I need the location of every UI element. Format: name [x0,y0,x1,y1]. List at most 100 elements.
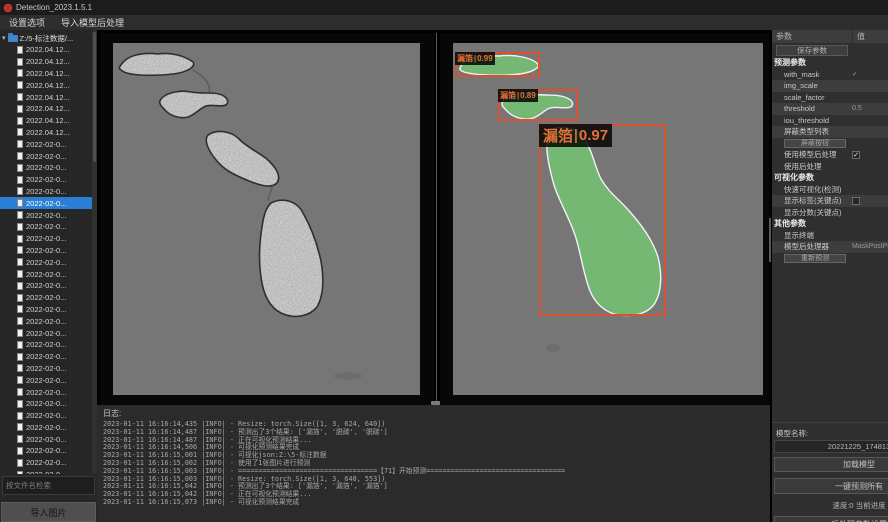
param-label: 使用后处理 [772,161,852,172]
file-item[interactable]: 2022-02-0... [0,327,92,339]
file-item[interactable]: 2022-02-0... [0,339,92,351]
original-image[interactable] [113,43,420,395]
tree-root-folder[interactable]: ▾ Z:/5-标注数据/... [0,32,92,44]
file-item-label: 2022.04.12... [26,104,70,113]
file-item[interactable]: 2022-02-0... [0,268,92,280]
import-images-button[interactable]: 导入图片 [1,502,96,522]
param-row[interactable]: 显示终端 [772,230,888,242]
file-item[interactable]: 2022-02-0... [0,386,92,398]
file-item[interactable]: 2022-02-0... [0,174,92,186]
param-label: img_scale [772,81,852,90]
param-row[interactable]: iou_threshold [772,115,888,127]
postprocess-settings-button[interactable]: 后处理参数设置 [774,516,888,522]
file-item-label: 2022-02-0... [26,329,66,338]
file-item-label: 2022-02-0... [26,281,66,290]
param-row[interactable]: scale_factor [772,92,888,104]
detection-box[interactable]: 漏箔|0.89 [498,89,578,121]
file-item-label: 2022-02-0... [26,364,66,373]
param-section-row: 预测参数 [772,57,888,69]
file-item[interactable]: 2022-02-0... [0,422,92,434]
param-value: ✓ [852,70,888,78]
file-item[interactable]: 2022-02-0... [0,374,92,386]
file-item[interactable]: 2022.04.12... [0,68,92,80]
param-row[interactable]: 重新预测 [772,253,888,265]
file-item[interactable]: 2022-02-0... [0,197,92,209]
caret-down-icon[interactable]: ▾ [2,35,6,42]
param-row[interactable]: 屏蔽按钮 [772,138,888,150]
file-item[interactable]: 2022.04.12... [0,127,92,139]
file-item[interactable]: 2022.04.12... [0,91,92,103]
menu-item-settings[interactable]: 设置选项 [9,16,45,29]
file-item[interactable]: 2022-02-0... [0,245,92,257]
file-item[interactable]: 2022-02-0... [0,410,92,422]
load-model-button[interactable]: 加载模型 [774,457,888,472]
detection-box[interactable]: 漏箔|0.97 [539,124,666,316]
file-item[interactable]: 2022-02-0... [0,292,92,304]
file-item[interactable]: 2022.04.12... [0,44,92,56]
param-row[interactable]: with_mask✓ [772,69,888,81]
model-name-value[interactable]: 20221225_174813 [774,440,888,453]
param-row[interactable]: 使用模型后处理✓ [772,149,888,161]
file-item[interactable]: 2022-02-0... [0,186,92,198]
log-line: 2023-01-11 16:16:15,073 |INFO| - 可视化预测结果… [103,499,764,507]
file-icon [17,164,23,172]
param-row[interactable]: 模型后处理器MaskPostPro [772,241,888,253]
file-icon [17,235,23,243]
file-item[interactable]: 2022-02-0... [0,138,92,150]
file-item[interactable]: 2022.04.12... [0,56,92,68]
search-input[interactable] [2,476,95,495]
file-item[interactable]: 2022.04.12... [0,79,92,91]
param-inline-button[interactable]: 屏蔽按钮 [784,139,846,149]
params-bottom-separator [772,422,888,423]
menu-item-import-postprocess[interactable]: 导入模型后处理 [61,16,124,29]
file-item[interactable]: 2022-02-0... [0,150,92,162]
panel-divider[interactable] [436,33,437,404]
param-inline-button[interactable]: 重新预测 [784,254,846,264]
param-label: 可视化参数 [772,172,852,183]
file-item[interactable]: 2022-02-0... [0,280,92,292]
save-params-button[interactable]: 保存参数 [776,45,848,56]
file-item[interactable]: 2022-02-0 [0,469,92,474]
file-item[interactable]: 2022-02-0... [0,221,92,233]
file-item[interactable]: 2022-02-0... [0,256,92,268]
file-item[interactable]: 2022-02-0... [0,433,92,445]
file-item-label: 2022-02-0... [26,234,66,243]
param-label: 使用模型后处理 [772,149,852,160]
file-item[interactable]: 2022-02-0... [0,445,92,457]
param-row[interactable]: 快速可视化(检测) [772,184,888,196]
file-item[interactable]: 2022-02-0... [0,209,92,221]
file-icon [17,270,23,278]
file-item[interactable]: 2022-02-0... [0,398,92,410]
file-item[interactable]: 2022.04.12... [0,115,92,127]
file-item[interactable]: 2022-02-0... [0,351,92,363]
param-row[interactable]: 显示标签(关键点) [772,195,888,207]
param-row[interactable]: img_scale [772,80,888,92]
file-item[interactable]: 2022-02-0... [0,363,92,375]
file-item[interactable]: 2022.04.12... [0,103,92,115]
param-row[interactable]: 显示分数(关键点) [772,207,888,219]
predict-all-button[interactable]: 一键预测所有 [774,478,888,494]
param-row[interactable]: threshold0.5 [772,103,888,115]
param-label: 显示终端 [772,230,852,241]
sidebar-scrollbar-thumb[interactable] [93,32,96,162]
file-item-label: 2022-02-0... [26,435,66,444]
log-panel[interactable]: 日志: 2023-01-11 16:16:14,435 |INFO| - Res… [97,405,770,522]
param-row[interactable]: 使用后处理 [772,161,888,173]
file-item-label: 2022-02-0... [26,423,66,432]
params-scrollbar-thumb[interactable] [769,218,771,262]
file-item[interactable]: 2022-02-0... [0,315,92,327]
file-item[interactable]: 2022-02-0... [0,304,92,316]
file-item[interactable]: 2022-02-0... [0,233,92,245]
file-item-label: 2022.04.12... [26,57,70,66]
checkbox-unchecked-icon[interactable] [852,197,860,205]
param-row[interactable]: 屏蔽类型列表 [772,126,888,138]
detection-box[interactable]: 漏箔|0.99 [455,52,540,77]
prediction-image[interactable]: 漏箔|0.99 漏箔|0.89 漏箔|0.97 [453,43,763,395]
file-icon [17,105,23,113]
file-item[interactable]: 2022-02-0... [0,457,92,469]
file-icon [17,81,23,89]
app-window: Detection_2023.1.5.1 设置选项 导入模型后处理 ▾ Z:/5… [0,0,888,522]
checkbox-checked-icon[interactable]: ✓ [852,151,860,159]
file-item[interactable]: 2022-02-0... [0,162,92,174]
file-item-label: 2022-02-0... [26,199,66,208]
